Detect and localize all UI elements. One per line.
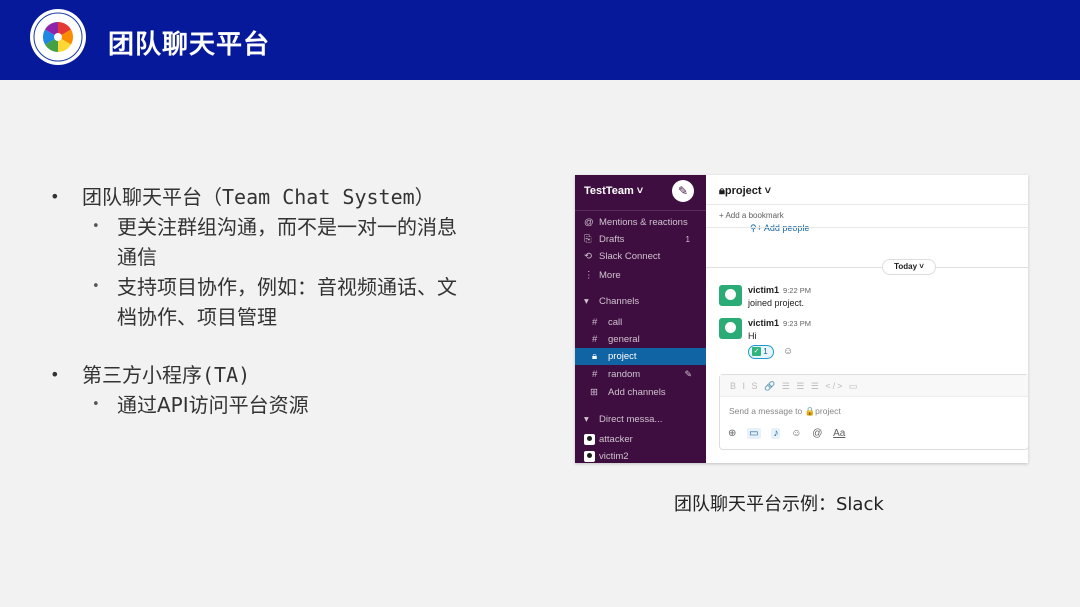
channel-item-project[interactable]: 🔒︎ project <box>575 348 706 365</box>
sub-bullet-dot-icon: • <box>92 397 100 412</box>
channel-item-general[interactable]: # general <box>575 331 706 348</box>
bullet-text: 团队聊天平台（Team Chat System） <box>82 185 435 209</box>
institution-logo-icon <box>30 9 86 65</box>
sub-bullet-text: 通过API访问平台资源 <box>117 393 309 417</box>
drafts-icon: ⎘ <box>584 234 592 245</box>
sub-bullet-dot-icon: • <box>92 279 100 294</box>
sub-bullet-text: 支持项目协作，例如：音视频通话、文 <box>117 275 457 299</box>
slack-main: 🔒︎project ˅ + Add a bookmark ⚲+ Add peop… <box>706 175 1028 463</box>
dm-item-victim2[interactable]: victim2 <box>575 448 706 463</box>
dm-item-attacker[interactable]: attacker <box>575 431 706 448</box>
sub-bullet-text: 更关注群组沟通，而不是一对一的消息 <box>117 215 457 239</box>
user-avatar-icon <box>584 450 595 462</box>
bullet-text: 第三方小程序(TA) <box>82 363 251 387</box>
sub-bullet-dot-icon: • <box>92 219 100 234</box>
slack-screenshot: TestTeam ˅ ✎ @ Mentions & reactions ⎘ Draf… <box>575 175 1028 463</box>
hash-icon: # <box>592 334 598 345</box>
sub-bullet-text: 通信 <box>117 245 157 269</box>
add-channels-button[interactable]: ⊞ Add channels <box>575 384 706 401</box>
add-bookmark-button[interactable]: + Add a bookmark <box>719 211 784 220</box>
bullet-list: • 团队聊天平台（Team Chat System） • 更关注群组沟通，而不是… <box>50 182 520 420</box>
bullet-dot-icon: • <box>50 365 60 384</box>
more-icon: ⋮ <box>584 270 594 281</box>
sidebar-item-drafts[interactable]: ⎘ Drafts 1 <box>575 231 706 248</box>
edit-icon: ✎ <box>684 369 692 379</box>
message-composer[interactable]: B I S 🔗 ☰ ☰ ☰ </> ▭ Send a message to 🔒p… <box>719 374 1028 450</box>
team-name[interactable]: TestTeam ˅ <box>584 185 643 197</box>
slack-sidebar: TestTeam ˅ ✎ @ Mentions & reactions ⎘ Draf… <box>575 175 706 463</box>
composer-tools: ⊕ ▭ ♪ ☺ @ Aa <box>728 428 853 439</box>
avatar[interactable] <box>719 318 742 339</box>
caret-down-icon: ▾ <box>584 414 589 425</box>
format-toolbar[interactable]: B I S 🔗 ☰ ☰ ☰ </> ▭ <box>720 375 1028 397</box>
sidebar-item-mentions[interactable]: @ Mentions & reactions <box>575 214 706 231</box>
caret-down-icon: ▾ <box>584 296 589 307</box>
plus-icon: ⊞ <box>590 387 598 398</box>
sub-bullet-item: • 更关注群组沟通，而不是一对一的消息 通信 <box>50 212 520 272</box>
page-title: 团队聊天平台 <box>108 30 271 60</box>
mention-icon[interactable]: @ <box>812 428 822 439</box>
lock-icon: 🔒︎ <box>592 351 598 362</box>
sub-bullet-item: • 通过API访问平台资源 <box>50 390 520 420</box>
check-mark-icon: ✓ <box>752 347 761 357</box>
channel-item-random[interactable]: # random ✎ <box>575 366 706 383</box>
sidebar-item-slack-connect[interactable]: ⟲ Slack Connect <box>575 248 706 265</box>
message-input[interactable]: Send a message to 🔒project <box>729 406 841 417</box>
bullet-item: • 团队聊天平台（Team Chat System） <box>50 182 520 212</box>
header-bar: 团队聊天平台 <box>0 0 1080 80</box>
sub-bullet-text: 档协作、项目管理 <box>117 305 277 329</box>
channels-header[interactable]: ▾ Channels <box>575 293 706 310</box>
direct-messages-header[interactable]: ▾ Direct messa... <box>575 411 706 428</box>
at-icon: @ <box>584 217 594 228</box>
bullet-dot-icon: • <box>50 187 60 206</box>
message-text: joined project. <box>748 298 805 308</box>
add-person-icon: ⚲+ <box>750 223 764 233</box>
microphone-icon[interactable]: ♪ <box>771 428 781 439</box>
sidebar-item-more[interactable]: ⋮ More <box>575 267 706 284</box>
add-people-button[interactable]: ⚲+ Add people <box>750 223 809 234</box>
channel-item-call[interactable]: # call <box>575 314 706 331</box>
figure-caption: 团队聊天平台示例：Slack <box>674 494 884 515</box>
add-reaction-icon[interactable]: ☺ <box>783 346 793 357</box>
sub-bullet-item: • 支持项目协作，例如：音视频通话、文 档协作、项目管理 <box>50 272 520 332</box>
bullet-item: • 第三方小程序(TA) <box>50 360 520 390</box>
connect-icon: ⟲ <box>584 251 592 262</box>
hash-icon: # <box>592 317 598 328</box>
compose-icon[interactable]: ✎ <box>672 180 694 202</box>
message-author[interactable]: victim1 9:23 PM <box>748 318 811 328</box>
hash-icon: # <box>592 369 598 380</box>
date-divider[interactable]: Today ˅ <box>882 259 936 275</box>
message-author[interactable]: victim1 9:22 PM <box>748 285 811 295</box>
video-icon[interactable]: ▭ <box>747 428 761 439</box>
emoji-icon[interactable]: ☺ <box>791 428 801 439</box>
user-avatar-icon <box>584 433 595 445</box>
channel-title[interactable]: 🔒︎project ˅ <box>719 185 771 198</box>
drafts-count: 1 <box>685 235 690 244</box>
reaction-badge[interactable]: ✓ 1 <box>748 345 774 359</box>
format-text-button[interactable]: Aa <box>833 428 845 439</box>
message-text: Hi <box>748 331 757 341</box>
plus-icon[interactable]: ⊕ <box>728 428 736 439</box>
avatar[interactable] <box>719 285 742 306</box>
